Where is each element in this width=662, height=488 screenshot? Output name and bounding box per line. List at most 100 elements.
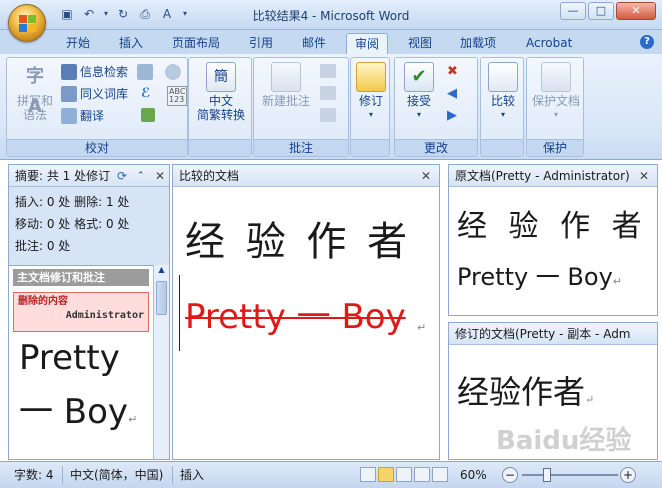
revised-paragraph-mark: ↵ [585, 393, 595, 406]
compare-button[interactable]: 比较 ▾ [483, 62, 523, 122]
spell-check-icon[interactable]: ℰ [141, 86, 150, 101]
insert-mode[interactable]: 插入 [174, 462, 210, 488]
next-comment-icon[interactable] [320, 108, 336, 122]
revision-balloon[interactable]: 删除的内容 Administrator [13, 292, 149, 332]
chinese-conversion-icon: 簡 [206, 62, 236, 92]
translate-tooltip-icon[interactable] [141, 108, 155, 122]
summary-text-2-value: 一 Boy [19, 392, 129, 432]
accept-button[interactable]: ✔ 接受 ▾ [397, 62, 441, 122]
tab-page-layout[interactable]: 页面布局 [164, 33, 228, 54]
previous-change-icon[interactable]: ◀ [447, 86, 457, 101]
summary-title: 摘要: 共 1 处修订 [15, 169, 111, 183]
accept-dropdown-icon: ▾ [416, 110, 421, 119]
delete-comment-icon[interactable] [320, 64, 336, 78]
zoom-slider-thumb[interactable] [543, 468, 551, 482]
next-change-icon[interactable]: ▶ [447, 108, 457, 123]
spelling-grammar-button[interactable]: 字A 拼写和 语法 [13, 62, 57, 122]
original-header: 原文档(Pretty - Administrator) ✕ [449, 165, 657, 187]
group-tracking-label [351, 139, 389, 156]
spelling-icon: 字A [26, 66, 44, 117]
deleted-content-label: 删除的内容 [18, 296, 68, 307]
tab-view[interactable]: 视图 [400, 33, 440, 54]
draft-icon[interactable] [432, 467, 448, 482]
word-count-icon[interactable] [137, 64, 153, 80]
zoom-in-icon[interactable]: + [620, 467, 636, 483]
protect-dropdown-icon: ▾ [553, 110, 558, 119]
status-separator [62, 466, 63, 484]
summary-counts: 插入: 0 处 删除: 1 处 移动: 0 处 格式: 0 处 批注: 0 处 [9, 187, 169, 261]
summary-list: 主文档修订和批注 删除的内容 Administrator Pretty 一 Bo… [9, 265, 153, 459]
language-status[interactable]: 中文(简体，中国) [64, 462, 169, 488]
change-bar [179, 275, 180, 351]
revised-line-1: 经验作者↵ [457, 371, 594, 421]
summary-scrollbar[interactable]: ▲ [153, 265, 169, 459]
word-count[interactable]: 字数: 4 [8, 462, 60, 488]
status-separator [172, 466, 173, 484]
accept-label: 接受 [406, 94, 431, 108]
zoom-out-icon[interactable]: − [502, 467, 518, 483]
summary-text-1: Pretty [19, 338, 120, 378]
track-changes-icon [356, 62, 386, 92]
print-layout-icon[interactable] [360, 467, 376, 482]
paragraph-mark: ↵ [128, 413, 138, 426]
tab-review[interactable]: 审阅 [346, 33, 389, 54]
new-comment-button[interactable]: 新建批注 [256, 62, 316, 108]
translate-button[interactable]: 翻译 [61, 108, 104, 124]
summary-line-comments: 批注: 0 处 [15, 239, 71, 253]
track-changes-button[interactable]: 修订 ▾ [353, 62, 389, 122]
original-line-2-value: Pretty 一 Boy [457, 263, 613, 291]
compared-line-1: 经 验 作 者 [185, 219, 412, 265]
new-comment-label: 新建批注 [261, 94, 310, 108]
zoom-level[interactable]: 60% [454, 462, 493, 488]
thesaurus-button[interactable]: 同义词库 [61, 86, 128, 102]
tab-acrobat[interactable]: Acrobat [518, 33, 580, 54]
protect-document-button[interactable]: 保护文档 ▾ [529, 62, 583, 122]
group-compare: 比较 ▾ [480, 57, 524, 157]
scroll-up-icon[interactable]: ▲ [154, 265, 169, 279]
chinese-conversion-button[interactable]: 簡 中文 简繁转换 [193, 62, 249, 122]
group-proofing: 字A 拼写和 语法 信息检索 同义词库 翻译 ℰ ABC 123 校对 [6, 57, 188, 157]
compared-document-pane: 比较的文档 ✕ 经 验 作 者 Pretty 一 Boy ↵ [172, 164, 440, 460]
tab-mailings[interactable]: 邮件 [294, 33, 334, 54]
compared-paragraph-mark: ↵ [417, 321, 427, 334]
tab-addins[interactable]: 加载项 [452, 33, 504, 54]
reject-icon[interactable]: ✖ [447, 64, 458, 79]
office-button[interactable] [8, 4, 46, 42]
track-changes-label: 修订 [358, 94, 383, 108]
web-layout-icon[interactable] [396, 467, 412, 482]
group-changes: ✔ 接受 ▾ ✖ ◀ ▶ 更改 [394, 57, 478, 157]
minimize-button[interactable]: — [560, 2, 586, 20]
ribbon-tabs: 开始 插入 页面布局 引用 邮件 审阅 视图 加载项 Acrobat ? [0, 30, 662, 54]
baidu-watermark: Baidu经验 [496, 426, 632, 456]
zoom-slider[interactable] [522, 474, 618, 476]
accept-icon: ✔ [404, 62, 434, 92]
abc-icon[interactable]: ABC 123 [167, 86, 188, 106]
refresh-icon[interactable]: ⟳ [117, 165, 127, 186]
close-summary-icon[interactable]: ✕ [155, 165, 165, 186]
close-original-icon[interactable]: ✕ [634, 165, 649, 186]
group-tracking: 修订 ▾ [350, 57, 390, 157]
tab-home[interactable]: 开始 [58, 33, 98, 54]
close-button[interactable]: ✕ [616, 2, 656, 20]
close-compared-icon[interactable]: ✕ [421, 165, 431, 186]
outline-icon[interactable] [414, 467, 430, 482]
tab-references[interactable]: 引用 [241, 33, 281, 54]
revision-author: Administrator [65, 310, 144, 321]
track-changes-dropdown-icon: ▾ [368, 110, 373, 119]
full-screen-reading-icon[interactable] [378, 467, 394, 482]
help-icon[interactable]: ? [640, 35, 654, 49]
tab-insert[interactable]: 插入 [111, 33, 151, 54]
group-changes-label: 更改 [395, 139, 477, 156]
collapse-icon[interactable]: ⌃ [137, 165, 145, 186]
scroll-thumb[interactable] [156, 281, 167, 315]
previous-comment-icon[interactable] [320, 86, 336, 100]
summary-line-insert-delete: 插入: 0 处 删除: 1 处 [15, 195, 130, 209]
title-bar: ▣ ↶ ▾ ↻ ⎙ A ▾ 比较结果4 - Microsoft Word — □… [0, 0, 662, 30]
maximize-button[interactable]: □ [588, 2, 614, 20]
group-protect-label: 保护 [527, 139, 583, 156]
research-button[interactable]: 信息检索 [61, 64, 128, 80]
compare-label: 比较 [490, 94, 515, 108]
group-compare-label [481, 139, 523, 156]
translate-icon [61, 108, 77, 124]
language-icon[interactable] [165, 64, 181, 80]
